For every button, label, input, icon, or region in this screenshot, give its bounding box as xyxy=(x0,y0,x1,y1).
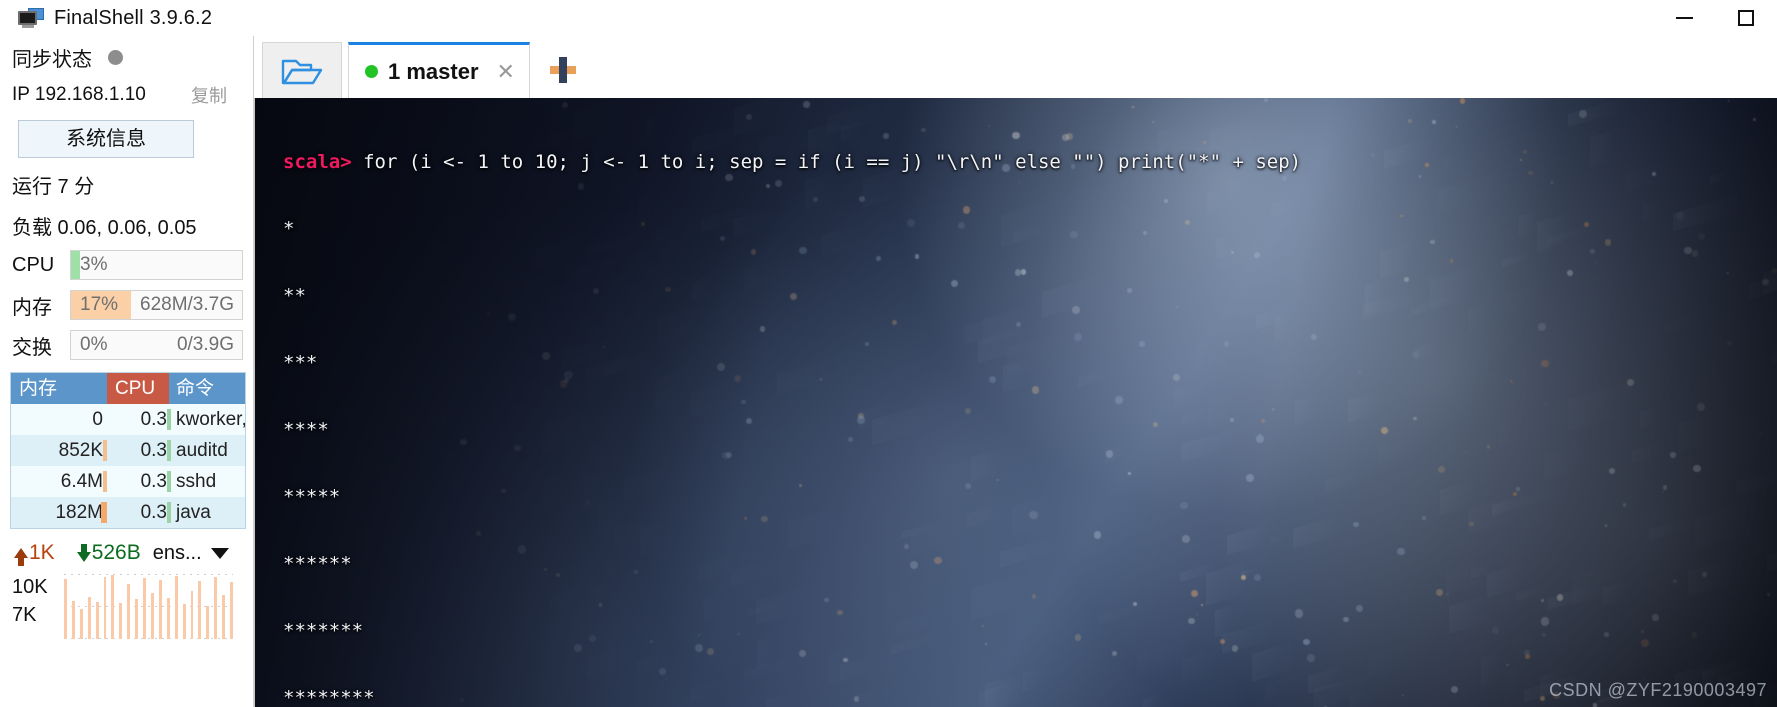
table-row[interactable]: 6.4M 0.3 sshd xyxy=(11,466,245,497)
output-line: ** xyxy=(283,284,306,307)
cell-memory: 6.4M xyxy=(11,466,107,497)
maximize-button[interactable] xyxy=(1715,0,1777,36)
cell-memory: 182M xyxy=(11,497,107,528)
uptime-label: 运行 7 分 xyxy=(12,176,95,198)
output-line: ******* xyxy=(283,619,364,642)
status-dot-green-icon xyxy=(365,65,378,78)
copy-ip-button[interactable]: 复制 xyxy=(191,82,227,108)
ip-row: IP 192.168.1.10 复制 xyxy=(10,78,243,112)
terminal-command-text: for (i <- 1 to 10; j <- 1 to i; sep = if… xyxy=(351,150,1302,173)
axis-label-top: 10K xyxy=(12,576,48,598)
arrow-up-icon xyxy=(14,548,28,566)
arrow-down-icon xyxy=(76,543,91,562)
app-title: FinalShell 3.9.6.2 xyxy=(54,6,213,29)
axis-label-bottom: 7K xyxy=(12,604,37,626)
swap-meter-value: 0% xyxy=(80,334,108,355)
network-upload: 1K xyxy=(14,541,55,566)
output-line: **** xyxy=(283,418,329,441)
memory-meter-detail: 628M/3.7G xyxy=(140,294,234,315)
close-icon[interactable]: ✕ xyxy=(497,59,515,85)
column-header-cpu[interactable]: CPU xyxy=(107,373,169,404)
network-chart-plot xyxy=(64,573,233,639)
cell-memory: 0 xyxy=(92,409,103,430)
process-table: 内存 CPU 命令 0 0.3 kworker, 852K 0.3 auditd… xyxy=(10,372,246,529)
network-download: 526B xyxy=(76,541,141,565)
process-table-header: 内存 CPU 命令 xyxy=(11,373,245,404)
cpu-meter: 3% xyxy=(70,250,243,280)
file-manager-button[interactable] xyxy=(262,42,342,98)
output-line: ****** xyxy=(283,552,352,575)
cell-cpu: 0.3 xyxy=(107,466,171,497)
memory-meter-row: 内存 17% 628M/3.7G xyxy=(10,290,243,320)
cpu-meter-label: CPU xyxy=(12,253,55,276)
memory-meter: 17% 628M/3.7G xyxy=(70,290,243,320)
minimize-button[interactable] xyxy=(1653,0,1715,36)
tab-label: 1 master xyxy=(388,58,479,84)
chevron-down-icon[interactable] xyxy=(210,547,229,559)
open-folder-icon xyxy=(280,55,324,87)
cell-command: sshd xyxy=(176,470,217,492)
output-line: * xyxy=(283,217,295,240)
cpu-meter-value: 3% xyxy=(80,254,108,275)
network-download-value: 526B xyxy=(91,541,141,564)
status-dot-gray-icon xyxy=(108,49,123,65)
cell-memory: 852K xyxy=(11,435,107,466)
new-tab-button[interactable] xyxy=(536,42,590,98)
network-summary-row: 1K 526B ens... xyxy=(10,541,243,566)
table-row[interactable]: 0 0.3 kworker, xyxy=(11,404,245,435)
system-info-button[interactable]: 系统信息 xyxy=(18,120,194,158)
swap-meter: 0% 0/3.9G xyxy=(70,330,243,360)
monitor-icon xyxy=(14,8,48,28)
cell-command: auditd xyxy=(176,439,228,461)
cell-cpu: 0.3 xyxy=(107,497,171,528)
output-line: *** xyxy=(283,351,318,374)
cpu-meter-row: CPU 3% xyxy=(10,250,243,280)
shell-prompt: scala> xyxy=(283,150,352,173)
finalshell-window: FinalShell 3.9.6.2 同步状态 IP 192.168.1.10 … xyxy=(0,0,1777,707)
plus-icon xyxy=(549,57,576,83)
network-chart-bars xyxy=(64,573,233,639)
tab-strip: 1 master ✕ xyxy=(254,36,1777,98)
load-average-label: 负载 0.06, 0.06, 0.05 xyxy=(12,217,197,239)
sidebar: 同步状态 IP 192.168.1.10 复制 系统信息 运行 7 分 负载 0… xyxy=(0,36,254,707)
sync-status-row: 同步状态 xyxy=(10,36,243,78)
network-interface-label[interactable]: ens... xyxy=(153,542,202,565)
column-header-memory[interactable]: 内存 xyxy=(11,373,107,404)
window-controls xyxy=(1653,0,1777,36)
terminal-panel[interactable]: scala> for (i <- 1 to 10; j <- 1 to i; s… xyxy=(254,98,1777,707)
main-area: 1 master ✕ scala> for (i <- 1 to 10; j <… xyxy=(254,36,1777,707)
sync-status-label: 同步状态 xyxy=(12,48,92,71)
table-row[interactable]: 182M 0.3 java xyxy=(11,497,245,528)
memory-meter-value: 17% xyxy=(80,294,119,315)
title-bar: FinalShell 3.9.6.2 xyxy=(0,0,1777,36)
network-traffic-chart: 10K 7K xyxy=(10,573,243,639)
network-upload-value: 1K xyxy=(29,541,55,564)
output-line: ***** xyxy=(283,485,341,508)
tab-1-master[interactable]: 1 master ✕ xyxy=(348,42,530,98)
cell-cpu: 0.3 xyxy=(107,404,171,435)
swap-meter-detail: 0/3.9G xyxy=(176,334,234,355)
terminal-command-line: scala> for (i <- 1 to 10; j <- 1 to i; s… xyxy=(283,146,1777,180)
network-chart-axis: 10K 7K xyxy=(12,573,64,639)
table-row[interactable]: 852K 0.3 auditd xyxy=(11,435,245,466)
cpu-meter-fill xyxy=(71,251,80,279)
cell-command: java xyxy=(176,501,211,523)
memory-meter-label: 内存 xyxy=(12,296,52,319)
ip-address-label: IP 192.168.1.10 xyxy=(12,84,146,105)
terminal-output: scala> for (i <- 1 to 10; j <- 1 to i; s… xyxy=(283,112,1777,707)
swap-meter-row: 交换 0% 0/3.9G xyxy=(10,330,243,360)
watermark: CSDN @ZYF2190003497 xyxy=(1549,680,1767,700)
column-header-command[interactable]: 命令 xyxy=(169,373,245,404)
cell-command: kworker, xyxy=(176,408,245,430)
swap-meter-label: 交换 xyxy=(12,336,52,359)
cell-cpu: 0.3 xyxy=(107,435,171,466)
